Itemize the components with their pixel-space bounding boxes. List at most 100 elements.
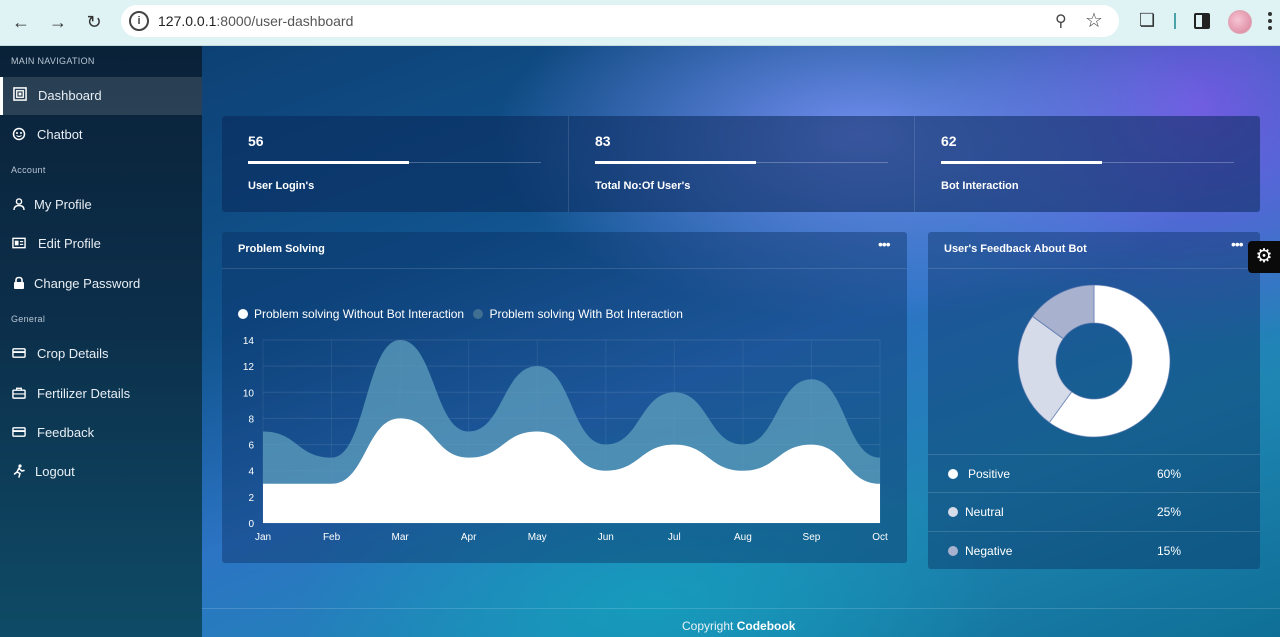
y-tick-label: 14 — [243, 336, 255, 347]
card-icon — [12, 348, 26, 358]
url-path: :8000/user-dashboard — [216, 13, 354, 29]
more-options-icon[interactable]: ••• — [878, 237, 892, 251]
sidebar-item-chatbot[interactable]: Chatbot — [0, 116, 202, 154]
donut-chart — [1017, 284, 1171, 438]
sidebar-item-label: Edit Profile — [38, 236, 101, 251]
legend-label: Problem solving Without Bot Interaction — [254, 307, 465, 321]
sidebar-item-my-profile[interactable]: My Profile — [0, 186, 202, 224]
y-tick-label: 6 — [248, 441, 254, 452]
legend-item[interactable]: Problem solving Without Bot Interaction — [238, 307, 464, 321]
footer: Copyright Codebook — [682, 619, 795, 633]
card-title: User's Feedback About Bot — [944, 243, 1087, 255]
x-tick-label: Jul — [668, 532, 681, 543]
address-bar[interactable]: i 127.0.0.1:8000/user-dashboard ⚲ ☆ — [121, 5, 1119, 37]
feedback-name: Negative — [965, 544, 1013, 558]
legend-item[interactable]: Problem solving With Bot Interaction — [473, 307, 683, 321]
profile-avatar[interactable] — [1228, 10, 1252, 34]
user-icon — [13, 198, 25, 211]
card-header-divider — [928, 268, 1260, 269]
url-text[interactable]: 127.0.0.1:8000/user-dashboard — [158, 13, 353, 29]
chatbot-icon — [12, 127, 26, 141]
section-general: General — [11, 314, 46, 324]
y-tick-label: 2 — [248, 493, 254, 504]
browser-menu-icon[interactable] — [1268, 12, 1272, 32]
sidebar-item-label: Crop Details — [37, 346, 109, 361]
sidebar-item-edit-profile[interactable]: Edit Profile — [0, 225, 202, 263]
legend-dot — [473, 309, 484, 319]
legend-label: Problem solving With Bot Interaction — [489, 307, 683, 321]
card-icon — [12, 427, 26, 437]
lock-icon — [14, 276, 24, 289]
sidebar-item-change-password[interactable]: Change Password — [0, 265, 202, 303]
stat-total-users: 83 Total No:Of User's — [568, 116, 914, 212]
running-icon — [13, 464, 25, 478]
sidebar-item-label: Logout — [35, 464, 75, 479]
card-header-divider — [222, 268, 907, 269]
forward-icon[interactable]: → — [45, 9, 71, 35]
feedback-percent: 15% — [1157, 544, 1182, 558]
bookmark-star-icon[interactable]: ☆ — [1085, 8, 1103, 33]
stats-card: 56 User Login's 83 Total No:Of User's 62… — [222, 116, 1260, 212]
x-tick-label: May — [528, 532, 547, 543]
stat-value: 56 — [248, 133, 264, 149]
back-icon[interactable]: ← — [8, 9, 34, 35]
stat-user-logins: 56 User Login's — [222, 116, 568, 212]
stat-value: 62 — [941, 133, 957, 149]
stat-label: Bot Interaction — [941, 180, 1019, 192]
feedback-row-neutral: Neutral 25% — [928, 492, 1260, 530]
feedback-percent: 25% — [1157, 505, 1182, 519]
feedback-percent: 60% — [1157, 467, 1182, 481]
area-chart: 0 2 4 6 8 10 12 14 Jan Feb Mar Apr May Jun Jul Aug Sep Oc… — [243, 336, 888, 543]
sidebar-item-dashboard[interactable]: Dashboard — [0, 77, 202, 115]
x-tick-label: Apr — [461, 532, 477, 543]
id-card-icon — [12, 237, 26, 249]
sidebar-item-label: My Profile — [34, 197, 92, 212]
footer-divider — [202, 608, 1280, 609]
y-tick-label: 4 — [248, 467, 254, 478]
dashboard-icon — [13, 87, 27, 101]
sidebar-item-feedback[interactable]: Feedback — [0, 414, 202, 452]
status-dot — [948, 469, 958, 479]
y-tick-label: 8 — [248, 414, 254, 425]
sidebar-item-label: Change Password — [34, 276, 141, 291]
briefcase-icon — [12, 387, 26, 399]
sidebar-item-label: Fertilizer Details — [37, 386, 131, 401]
stat-progress-fill — [941, 161, 1102, 164]
toolbar-divider — [1174, 13, 1176, 29]
section-account: Account — [11, 165, 46, 175]
browser-toolbar: ← → ↻ i 127.0.0.1:8000/user-dashboard ⚲ … — [0, 0, 1280, 46]
site-info-icon[interactable]: i — [129, 11, 149, 31]
section-main-navigation: MAIN NAVIGATION — [11, 56, 95, 66]
y-tick-label: 0 — [248, 519, 254, 530]
sidebar: MAIN NAVIGATION Dashboard Chatbot Accoun… — [0, 46, 202, 637]
card-title: Problem Solving — [238, 243, 325, 255]
stat-progress-fill — [248, 161, 409, 164]
x-tick-label: Oct — [872, 532, 888, 543]
sidebar-item-fertilizer-details[interactable]: Fertilizer Details — [0, 375, 202, 413]
x-tick-label: Mar — [391, 532, 409, 543]
footer-brand[interactable]: Codebook — [737, 619, 796, 633]
sidebar-item-logout[interactable]: Logout — [0, 453, 202, 491]
feedback-row-negative: Negative 15% — [928, 531, 1260, 569]
x-tick-label: Jun — [598, 532, 614, 543]
feedback-card: User's Feedback About Bot ••• Positive 6… — [928, 232, 1260, 569]
y-tick-label: 10 — [243, 388, 255, 399]
feedback-name: Positive — [968, 467, 1011, 481]
reload-icon[interactable]: ↻ — [81, 9, 107, 35]
stat-bot-interaction: 62 Bot Interaction — [914, 116, 1260, 212]
settings-gear-icon[interactable]: ⚙ — [1248, 241, 1280, 273]
feedback-name: Neutral — [965, 505, 1004, 519]
y-tick-label: 12 — [243, 362, 255, 373]
x-tick-label: Aug — [734, 532, 752, 543]
sidebar-item-label: Dashboard — [38, 88, 102, 103]
more-options-icon[interactable]: ••• — [1231, 237, 1245, 251]
side-panel-icon[interactable] — [1194, 13, 1210, 29]
sidebar-item-label: Chatbot — [37, 127, 83, 142]
status-dot — [948, 546, 958, 556]
url-host: 127.0.0.1 — [158, 13, 217, 29]
problem-solving-card: Problem Solving ••• Problem solving With… — [222, 232, 907, 563]
zoom-icon[interactable]: ⚲ — [1055, 11, 1067, 31]
sidebar-item-crop-details[interactable]: Crop Details — [0, 335, 202, 373]
extensions-icon[interactable]: ❏ — [1139, 10, 1155, 31]
status-dot — [948, 507, 958, 517]
